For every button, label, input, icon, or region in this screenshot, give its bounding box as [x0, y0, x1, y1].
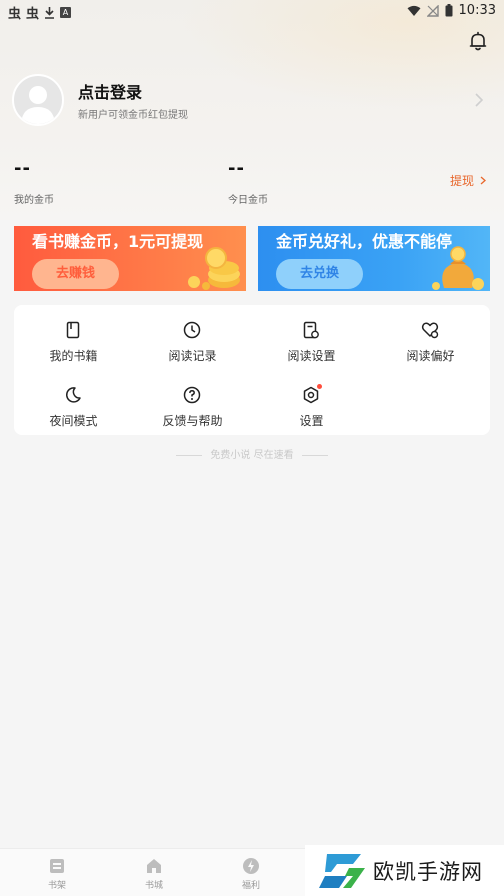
notification-bell-icon[interactable]: [467, 30, 489, 52]
slogan: 免费小说 尽在速看: [0, 446, 504, 461]
menu-item-label: 阅读偏好: [406, 349, 455, 363]
today-coins-label: 今日金币: [228, 195, 268, 206]
home-icon: [147, 859, 161, 873]
watermark-logo-icon: [319, 853, 365, 888]
header-background: [0, 0, 504, 220]
gold-coins-icon: [188, 247, 240, 290]
watermark-text: 欧凯手游网: [373, 859, 483, 884]
watermark: 欧凯手游网: [305, 845, 504, 896]
divider: [301, 454, 328, 456]
tab-label: 福利: [241, 881, 260, 891]
menu-item-reading-preference[interactable]: 阅读偏好: [371, 317, 490, 373]
help-icon: [183, 386, 201, 404]
tab-label: 书城: [144, 881, 163, 891]
divider: [176, 454, 203, 456]
login-title[interactable]: 点击登录: [78, 79, 142, 103]
book-icon: [66, 321, 80, 339]
download-icon: [45, 7, 55, 19]
tab-welfare[interactable]: 福利: [221, 857, 281, 891]
status-bar: 虫 虫 A 10:33: [0, 0, 504, 24]
my-coins-value: --: [14, 158, 31, 179]
chevron-right-icon: [480, 176, 487, 185]
heart-icon: [421, 322, 439, 339]
menu-item-feedback-help[interactable]: 反馈与帮助: [133, 382, 252, 438]
menu-item-night-mode[interactable]: 夜间模式: [14, 382, 133, 438]
withdraw-label: 提现: [450, 174, 475, 188]
coin-bag-icon: [432, 246, 484, 290]
chevron-right-icon[interactable]: [474, 92, 484, 108]
battery-icon: [445, 4, 453, 17]
wifi-icon: [407, 5, 421, 16]
reading-settings-icon: [303, 321, 319, 339]
menu-item-label: 阅读设置: [287, 349, 336, 363]
earn-coins-banner[interactable]: 看书赚金币，1元可提现 去赚钱: [14, 226, 246, 291]
clock-time: 10:33: [458, 3, 496, 18]
keyboard-indicator-icon: A: [60, 7, 72, 18]
new-badge-dot: [317, 384, 322, 389]
app-notification-icon: 虫: [8, 7, 22, 22]
exchange-button[interactable]: 去兑换: [276, 259, 363, 289]
menu-item-reading-settings[interactable]: 阅读设置: [252, 317, 371, 373]
menu-item-reading-history[interactable]: 阅读记录: [133, 317, 252, 373]
avatar[interactable]: [12, 74, 64, 126]
moon-icon: [65, 387, 81, 403]
bookshelf-icon: [50, 859, 64, 873]
feature-menu-card: 我的书籍 阅读记录 阅读设置 阅读偏好 夜间模式 反馈与帮助 设置: [14, 305, 490, 435]
exchange-coins-banner[interactable]: 金币兑好礼，优惠不能停 去兑换: [258, 226, 490, 291]
no-signal-icon: [426, 4, 439, 17]
menu-item-label: 反馈与帮助: [162, 414, 223, 428]
tab-bookshelf[interactable]: 书架: [27, 857, 87, 891]
earn-money-button[interactable]: 去赚钱: [32, 259, 119, 289]
withdraw-link[interactable]: 提现: [450, 172, 487, 189]
menu-item-label: 设置: [299, 414, 324, 428]
menu-item-settings[interactable]: 设置: [252, 382, 371, 438]
my-coins-label: 我的金币: [14, 195, 54, 206]
app-notification-icon: 虫: [26, 7, 40, 22]
bolt-icon: [243, 858, 259, 874]
tab-bookstore[interactable]: 书城: [124, 857, 184, 891]
today-coins-value: --: [228, 158, 245, 179]
menu-item-my-books[interactable]: 我的书籍: [14, 317, 133, 373]
menu-item-label: 阅读记录: [168, 349, 217, 363]
menu-item-label: 夜间模式: [49, 414, 98, 428]
slogan-text: 免费小说 尽在速看: [210, 450, 294, 461]
earn-banner-title: 看书赚金币，1元可提现: [32, 232, 204, 251]
login-subtitle: 新用户可领金币红包提现: [78, 110, 188, 121]
clock-icon: [183, 321, 201, 339]
tab-label: 书架: [47, 881, 66, 891]
menu-item-label: 我的书籍: [49, 349, 98, 363]
default-user-icon: [21, 86, 55, 124]
